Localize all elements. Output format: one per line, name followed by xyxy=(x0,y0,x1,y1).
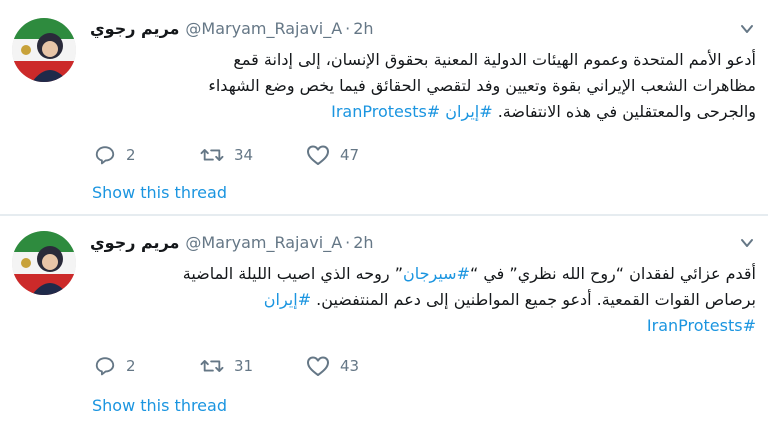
like-button[interactable]: 43 xyxy=(306,354,359,378)
tweet-text-line: والجرحى والمعتقلين في هذه الانتفاضة. #إي… xyxy=(90,99,756,125)
separator: · xyxy=(345,233,351,252)
reply-button[interactable]: 2 xyxy=(94,143,136,167)
hashtag-link[interactable]: #إيران xyxy=(264,290,311,309)
tweet[interactable]: مريم رجوي @Maryam_Rajavi_A · 2h أدعو الأمم … xyxy=(0,0,768,214)
handle[interactable]: @Maryam_Rajavi_A xyxy=(185,19,342,38)
tweet-header: مريم رجوي @Maryam_Rajavi_A · 2h xyxy=(90,18,728,40)
avatar[interactable] xyxy=(12,18,76,82)
tweet[interactable]: مريم رجوي @Maryam_Rajavi_A · 2h أقدم عزائي … xyxy=(0,216,768,433)
action-bar: 2 34 47 xyxy=(90,143,390,167)
retweet-count: 34 xyxy=(234,146,254,164)
show-thread-link[interactable]: Show this thread xyxy=(92,183,227,202)
tweet-text-segment: مظاهرات الشعب الإيراني بقوة وتعيين وفد ل… xyxy=(208,76,756,95)
avatar[interactable] xyxy=(12,231,76,295)
display-name[interactable]: مريم رجوي xyxy=(90,19,179,38)
reply-count: 2 xyxy=(126,146,136,164)
tweet-text-line: أدعو الأمم المتحدة وعموم الهيئات الدولية… xyxy=(90,47,756,73)
tweet-text-line: مظاهرات الشعب الإيراني بقوة وتعيين وفد ل… xyxy=(90,73,756,99)
tweet-text-segment: أدعو الأمم المتحدة وعموم الهيئات الدولية… xyxy=(233,50,756,69)
tweet-text-segment: برصاص القوات القمعية. أدعو جميع المواطني… xyxy=(311,290,756,309)
tweet-text: أدعو الأمم المتحدة وعموم الهيئات الدولية… xyxy=(90,47,756,125)
retweet-button[interactable]: 31 xyxy=(200,354,253,378)
like-count: 47 xyxy=(340,146,360,164)
timestamp[interactable]: 2h xyxy=(353,19,373,38)
tweet-text-segment: ” روحه الذي اصيب الليلة الماضية xyxy=(182,264,403,283)
retweet-icon xyxy=(200,360,224,372)
chevron-down-icon[interactable] xyxy=(740,22,754,36)
tweet-text-line: برصاص القوات القمعية. أدعو جميع المواطني… xyxy=(90,287,756,313)
tweet-text: أقدم عزائي لفقدان “روح الله نظري” في “#س… xyxy=(90,261,756,339)
action-bar: 2 31 43 xyxy=(90,354,390,378)
reply-button[interactable]: 2 xyxy=(94,354,136,378)
hashtag-link[interactable]: #IranProtests xyxy=(331,102,440,121)
like-count: 43 xyxy=(340,357,360,375)
timestamp[interactable]: 2h xyxy=(353,233,373,252)
reply-icon xyxy=(95,357,115,376)
display-name[interactable]: مريم رجوي xyxy=(90,233,179,252)
retweet-count: 31 xyxy=(234,357,254,375)
retweet-button[interactable]: 34 xyxy=(200,143,253,167)
show-thread-link[interactable]: Show this thread xyxy=(92,396,227,415)
handle[interactable]: @Maryam_Rajavi_A xyxy=(185,233,342,252)
retweet-icon xyxy=(200,149,224,161)
hashtag-link[interactable]: #سيرجان xyxy=(403,264,470,283)
tweet-text-line: أقدم عزائي لفقدان “روح الله نظري” في “#س… xyxy=(90,261,756,287)
tweet-header: مريم رجوي @Maryam_Rajavi_A · 2h xyxy=(90,232,728,254)
separator: · xyxy=(345,19,351,38)
chevron-down-icon[interactable] xyxy=(740,236,754,250)
tweet-feed: مريم رجوي @Maryam_Rajavi_A · 2h أدعو الأمم … xyxy=(0,0,768,433)
reply-icon xyxy=(95,146,115,165)
tweet-text-segment: أقدم عزائي لفقدان “روح الله نظري” في “ xyxy=(469,264,756,283)
tweet-text-line: #IranProtests xyxy=(90,313,756,339)
reply-count: 2 xyxy=(126,357,136,375)
hashtag-link[interactable]: #IranProtests xyxy=(647,316,756,335)
like-button[interactable]: 47 xyxy=(306,143,359,167)
tweet-text-segment: والجرحى والمعتقلين في هذه الانتفاضة. xyxy=(492,102,756,121)
hashtag-link[interactable]: #إيران xyxy=(445,102,492,121)
heart-icon xyxy=(307,145,329,165)
heart-icon xyxy=(307,356,329,376)
